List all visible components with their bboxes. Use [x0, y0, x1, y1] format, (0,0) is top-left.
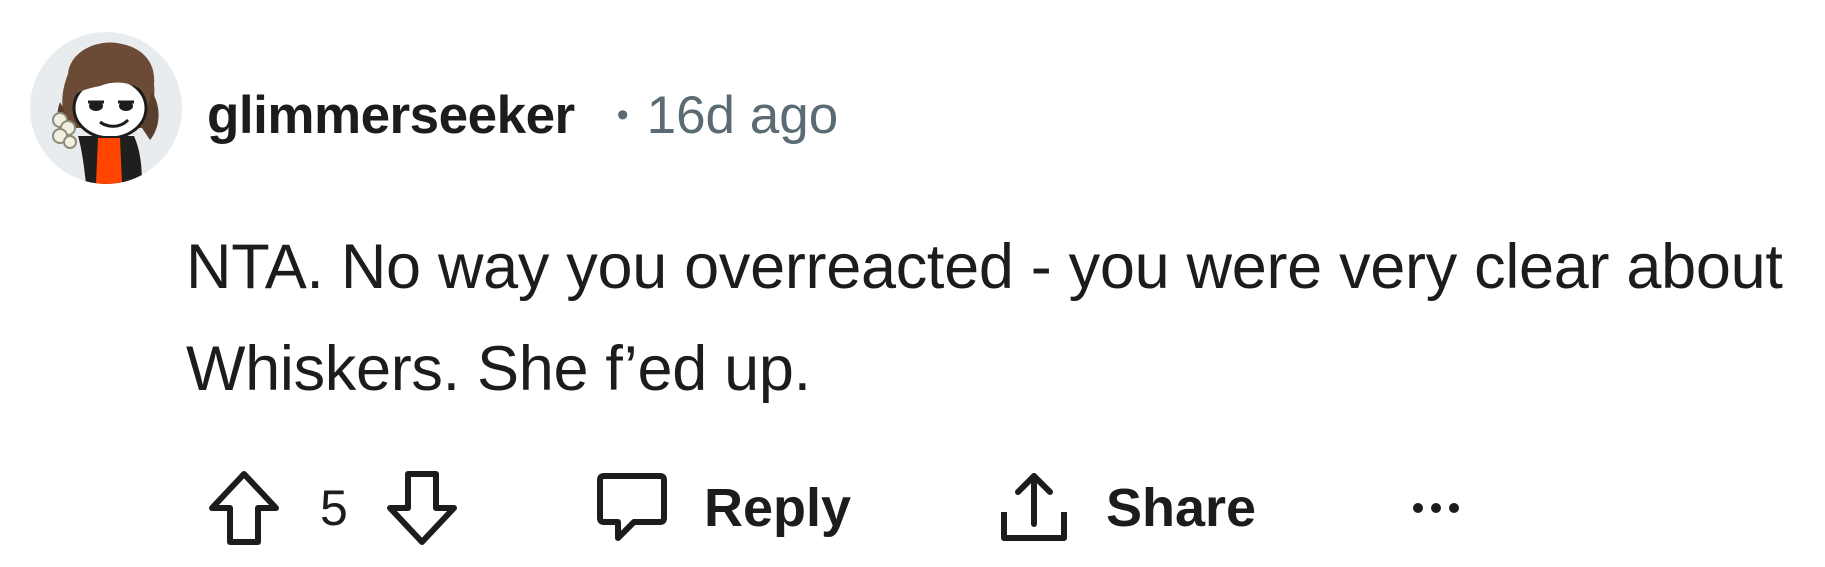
- vote-controls: 5: [206, 462, 460, 554]
- downvote-button[interactable]: [384, 468, 460, 548]
- upvote-arrow-icon: [209, 471, 279, 545]
- comment: glimmerseeker • 16d ago NTA. No way you …: [0, 0, 1825, 567]
- reply-label: Reply: [704, 478, 852, 538]
- upvote-button[interactable]: [206, 468, 282, 548]
- comment-action-bar: 5 Reply Share: [206, 462, 1606, 554]
- speech-bubble-icon: [597, 473, 667, 541]
- share-upload-icon: [1001, 473, 1067, 541]
- downvote-arrow-icon: [386, 471, 457, 545]
- vote-count: 5: [320, 480, 348, 536]
- snoo-avatar-icon: [52, 42, 159, 184]
- author-username[interactable]: glimmerseeker: [207, 85, 575, 146]
- meta-separator: •: [616, 95, 629, 134]
- avatar[interactable]: [30, 32, 182, 184]
- comment-timestamp[interactable]: 16d ago: [647, 85, 839, 146]
- more-options-button[interactable]: [1406, 462, 1466, 554]
- share-button[interactable]: Share: [996, 462, 1256, 554]
- comment-body: NTA. No way you overreacted - you were v…: [186, 232, 1783, 404]
- comment-meta: glimmerseeker • 16d ago: [207, 84, 838, 146]
- share-label: Share: [1106, 478, 1257, 538]
- more-options-icon: [1413, 503, 1459, 513]
- reply-button[interactable]: Reply: [594, 462, 851, 554]
